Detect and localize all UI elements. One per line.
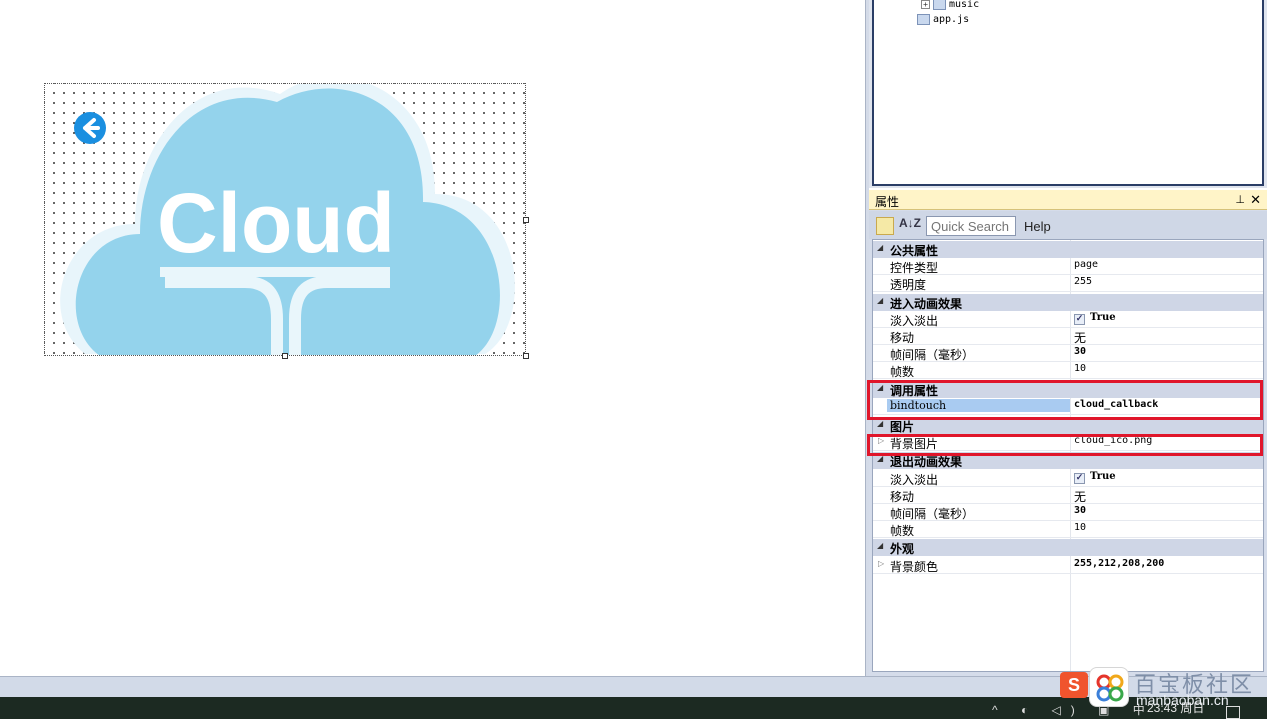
property-grid: ◢ 公共属性 控件类型 page 透明度 255 ◢ 进入动画效果 淡入淡出 ✓… xyxy=(867,239,1264,672)
property-row-exit-frames[interactable]: 帧数 10 xyxy=(873,521,1263,538)
resize-handle-bottom-right[interactable] xyxy=(523,353,529,359)
close-icon[interactable]: ✕ xyxy=(1250,192,1261,208)
properties-header: 属性 ⊥ ✕ xyxy=(869,190,1267,210)
resize-handle-bottom[interactable] xyxy=(282,353,288,359)
project-tree-panel: + music app.js xyxy=(869,0,1267,188)
help-link[interactable]: Help xyxy=(1024,219,1051,234)
project-tree: + music app.js xyxy=(872,0,1264,186)
cloud-logo-text: Cloud xyxy=(157,176,395,270)
property-row-enter-fade[interactable]: 淡入淡出 ✓ True xyxy=(873,311,1263,328)
category-appearance[interactable]: ◢ 外观 xyxy=(873,539,1263,556)
expand-icon[interactable]: ▷ xyxy=(878,559,884,568)
watermark-url: manbaoban.cn xyxy=(1136,692,1229,708)
checkbox-icon[interactable]: ✓ xyxy=(1074,314,1085,325)
checkbox-icon[interactable]: ✓ xyxy=(1074,473,1085,484)
folder-icon xyxy=(933,0,946,10)
show-desktop-button[interactable] xyxy=(1226,706,1240,719)
category-common[interactable]: ◢ 公共属性 xyxy=(873,241,1263,258)
collapse-icon[interactable]: ◢ xyxy=(877,454,883,463)
resize-handle-right[interactable] xyxy=(523,217,529,223)
collapse-icon[interactable]: ◢ xyxy=(877,419,883,428)
property-row-exit-interval[interactable]: 帧间隔（毫秒） 30 xyxy=(873,504,1263,521)
back-arrow-icon[interactable] xyxy=(74,112,106,144)
tree-item-label: music xyxy=(949,0,980,10)
property-row-exit-fade[interactable]: 淡入淡出 ✓ True xyxy=(873,470,1263,487)
category-enter-animation[interactable]: ◢ 进入动画效果 xyxy=(873,294,1263,311)
pin-icon[interactable]: ⊥ xyxy=(1235,193,1245,206)
cloud-background-image: Cloud xyxy=(60,84,515,355)
collapse-icon[interactable]: ◢ xyxy=(877,383,883,392)
categorized-view-icon[interactable] xyxy=(876,217,894,235)
category-image[interactable]: ◢ 图片 xyxy=(873,417,1263,434)
windows-taskbar: ^ ◐ ◁) ▣ 中 23:43 周日 xyxy=(0,697,1267,719)
properties-title: 属性 xyxy=(875,195,900,209)
property-row-bindtouch[interactable]: bindtouch cloud_callback xyxy=(873,398,1263,415)
collapse-icon[interactable]: ◢ xyxy=(877,243,883,252)
properties-toolbar: A↓Z Help xyxy=(869,211,1267,239)
file-icon xyxy=(917,14,930,25)
design-canvas[interactable]: Cloud xyxy=(0,0,865,676)
property-row-exit-move[interactable]: 移动 无 xyxy=(873,487,1263,504)
collapse-icon[interactable]: ◢ xyxy=(877,541,883,550)
quick-search-input[interactable] xyxy=(926,216,1016,236)
tree-item-app-js[interactable]: app.js xyxy=(917,14,969,25)
property-row-control-type[interactable]: 控件类型 page xyxy=(873,258,1263,275)
property-row-enter-interval[interactable]: 帧间隔（毫秒） 30 xyxy=(873,345,1263,362)
property-row-enter-move[interactable]: 移动 无 xyxy=(873,328,1263,345)
property-row-opacity[interactable]: 透明度 255 xyxy=(873,275,1263,292)
expand-icon[interactable]: + xyxy=(921,0,930,9)
sogou-input-icon[interactable]: S xyxy=(1060,672,1088,698)
properties-panel: 属性 ⊥ ✕ A↓Z Help ◢ 公共属性 控件类型 page 透明度 255… xyxy=(867,190,1267,676)
watermark-logo-icon xyxy=(1089,667,1129,707)
sort-alphabetical-icon[interactable]: A↓Z xyxy=(899,216,921,230)
expand-icon[interactable]: ▷ xyxy=(878,436,884,445)
property-row-background-color[interactable]: ▷ 背景颜色 255,212,208,200 xyxy=(873,557,1263,574)
category-call[interactable]: ◢ 调用属性 xyxy=(873,381,1263,398)
property-row-background-image[interactable]: ▷ 背景图片 cloud_ico.png xyxy=(873,434,1263,451)
tree-item-label: app.js xyxy=(933,14,970,25)
tree-item-music[interactable]: + music xyxy=(921,0,979,10)
category-exit-animation[interactable]: ◢ 退出动画效果 xyxy=(873,452,1263,469)
collapse-icon[interactable]: ◢ xyxy=(877,296,883,305)
system-tray-icons[interactable]: ^ ◐ ◁) ▣ 中 xyxy=(992,701,1155,718)
property-row-enter-frames[interactable]: 帧数 10 xyxy=(873,362,1263,379)
page-design-frame[interactable]: Cloud xyxy=(44,83,526,356)
